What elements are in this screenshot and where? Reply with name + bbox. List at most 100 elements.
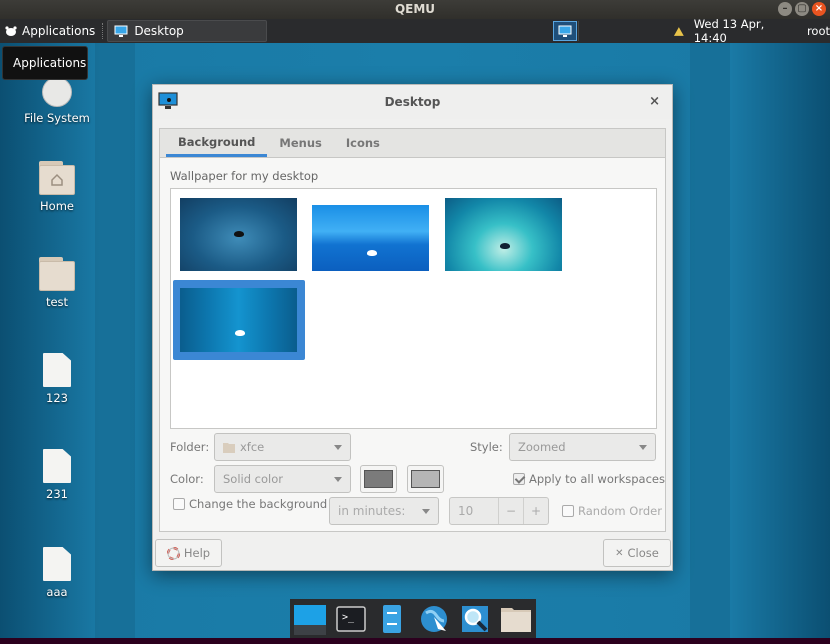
desktop-settings-icon bbox=[158, 92, 178, 109]
user-menu[interactable]: root bbox=[807, 24, 830, 38]
maximize-icon[interactable]: ▢ bbox=[795, 2, 809, 16]
file-icon bbox=[43, 353, 71, 387]
chevron-down-icon bbox=[334, 477, 342, 482]
interval-spinbox[interactable]: 10 − + bbox=[449, 497, 549, 525]
clock[interactable]: Wed 13 Apr, 14:40 bbox=[694, 19, 799, 45]
workspace-switcher-empty[interactable] bbox=[578, 21, 662, 41]
desktop-icon-aaa[interactable]: aaa bbox=[12, 547, 102, 599]
xfce-mouse-icon bbox=[5, 26, 17, 36]
folder-icon bbox=[39, 257, 75, 291]
applications-menu-button[interactable]: Applications bbox=[0, 19, 99, 43]
minimize-icon[interactable]: – bbox=[778, 2, 792, 16]
apply-all-label: Apply to all workspaces bbox=[529, 472, 665, 486]
xfce-mouse-icon bbox=[500, 243, 510, 249]
show-desktop-icon[interactable] bbox=[293, 602, 326, 636]
apply-all-row[interactable]: Apply to all workspaces bbox=[513, 472, 665, 486]
change-background-label[interactable]: Change the background bbox=[189, 497, 327, 511]
desktop-icon-label: File System bbox=[24, 111, 90, 125]
tab-icons[interactable]: Icons bbox=[334, 129, 392, 157]
tab-background[interactable]: Background bbox=[166, 129, 268, 157]
desktop-icon-123[interactable]: 123 bbox=[12, 353, 102, 405]
xfce-mouse-icon bbox=[235, 330, 245, 336]
style-value: Zoomed bbox=[518, 440, 566, 454]
dialog-close-icon[interactable]: × bbox=[649, 94, 660, 109]
color2-swatch bbox=[411, 470, 440, 488]
increment-button[interactable]: + bbox=[523, 498, 548, 524]
decrement-button[interactable]: − bbox=[498, 498, 523, 524]
tab-menus[interactable]: Menus bbox=[267, 129, 333, 157]
color1-button[interactable] bbox=[360, 465, 397, 493]
desktop-icon-label: aaa bbox=[46, 585, 68, 599]
close-icon: ✕ bbox=[615, 547, 624, 559]
qemu-title: QEMU bbox=[394, 2, 436, 16]
folder-row: Folder: xfce bbox=[170, 433, 351, 461]
style-combo[interactable]: Zoomed bbox=[509, 433, 656, 461]
dialog-title: Desktop bbox=[384, 95, 441, 109]
close-button[interactable]: ✕ Close bbox=[603, 539, 671, 567]
wallpaper-thumbnail-selected[interactable] bbox=[180, 288, 297, 352]
color-style-value: Solid color bbox=[223, 472, 283, 486]
folder-icon[interactable] bbox=[500, 602, 533, 636]
bottom-dock: >_ bbox=[290, 599, 536, 638]
random-order-row[interactable]: Random Order bbox=[562, 504, 662, 518]
wallpaper-grid bbox=[170, 188, 657, 429]
random-order-label: Random Order bbox=[578, 504, 662, 518]
drive-icon bbox=[42, 77, 72, 107]
interval-unit-combo[interactable]: in minutes: bbox=[329, 497, 439, 525]
wallpaper-thumbnail[interactable] bbox=[180, 198, 297, 271]
desktop-icon-file-system[interactable]: File System bbox=[12, 77, 102, 125]
close-icon[interactable]: × bbox=[812, 2, 826, 16]
terminal-icon[interactable]: >_ bbox=[334, 602, 367, 636]
style-row: Style: Zoomed bbox=[470, 433, 656, 461]
chevron-down-icon bbox=[422, 509, 430, 514]
monitor-icon bbox=[558, 25, 572, 37]
color2-button[interactable] bbox=[407, 465, 444, 493]
interval-value[interactable]: 10 bbox=[450, 504, 498, 518]
folder-icon bbox=[223, 442, 235, 453]
apply-all-checkbox[interactable] bbox=[513, 473, 525, 485]
home-folder-icon bbox=[39, 161, 75, 195]
workspace-switcher[interactable] bbox=[553, 21, 577, 41]
chevron-down-icon bbox=[639, 445, 647, 450]
monitor-icon bbox=[114, 25, 128, 37]
taskbar-item-label: Desktop bbox=[134, 24, 184, 38]
updates-icon[interactable] bbox=[672, 24, 686, 38]
web-browser-icon[interactable] bbox=[417, 602, 450, 636]
desktop-settings-dialog: Desktop × Background Menus Icons Wallpap… bbox=[152, 84, 673, 571]
help-label: Help bbox=[183, 546, 211, 560]
style-label: Style: bbox=[470, 440, 503, 454]
applications-label: Applications bbox=[22, 24, 96, 38]
tab-bar: Background Menus Icons bbox=[160, 129, 665, 158]
desktop-icon-test[interactable]: test bbox=[12, 257, 102, 309]
svg-text:>_: >_ bbox=[342, 612, 355, 623]
desktop-icon-231[interactable]: 231 bbox=[12, 449, 102, 501]
app-finder-icon[interactable] bbox=[458, 602, 491, 636]
chevron-down-icon bbox=[334, 445, 342, 450]
wallpaper-label: Wallpaper for my desktop bbox=[170, 169, 319, 183]
panel-separator bbox=[102, 23, 104, 39]
color1-swatch bbox=[364, 470, 393, 488]
random-order-checkbox[interactable] bbox=[562, 505, 574, 517]
color-label: Color: bbox=[170, 472, 204, 486]
color-style-combo[interactable]: Solid color bbox=[214, 465, 351, 493]
desktop-icon-home[interactable]: Home bbox=[12, 161, 102, 213]
folder-label: Folder: bbox=[170, 440, 210, 454]
dialog-titlebar[interactable]: Desktop × bbox=[153, 85, 672, 119]
applications-tooltip: Applications bbox=[2, 46, 88, 80]
wallpaper-band bbox=[690, 19, 730, 638]
help-button[interactable]: Help bbox=[155, 539, 222, 567]
xfce-mouse-icon bbox=[234, 231, 244, 237]
help-lifebuoy-icon bbox=[166, 546, 180, 560]
file-manager-icon[interactable] bbox=[376, 602, 409, 636]
wallpaper-thumbnail[interactable] bbox=[312, 205, 429, 271]
taskbar-item-desktop[interactable]: Desktop bbox=[107, 20, 268, 42]
desktop-icon-label: 123 bbox=[46, 391, 68, 405]
desktop-icon-label: test bbox=[45, 295, 69, 309]
change-background-checkbox[interactable] bbox=[173, 498, 185, 510]
file-icon bbox=[43, 547, 71, 581]
wallpaper-thumbnail[interactable] bbox=[445, 198, 562, 271]
desktop-icon-label: 231 bbox=[46, 487, 68, 501]
folder-combo[interactable]: xfce bbox=[214, 433, 351, 461]
guest-desktop: Applications Desktop Wed 13 Apr, 14:40 r… bbox=[0, 19, 830, 638]
change-background-row: Change the background bbox=[173, 497, 327, 511]
